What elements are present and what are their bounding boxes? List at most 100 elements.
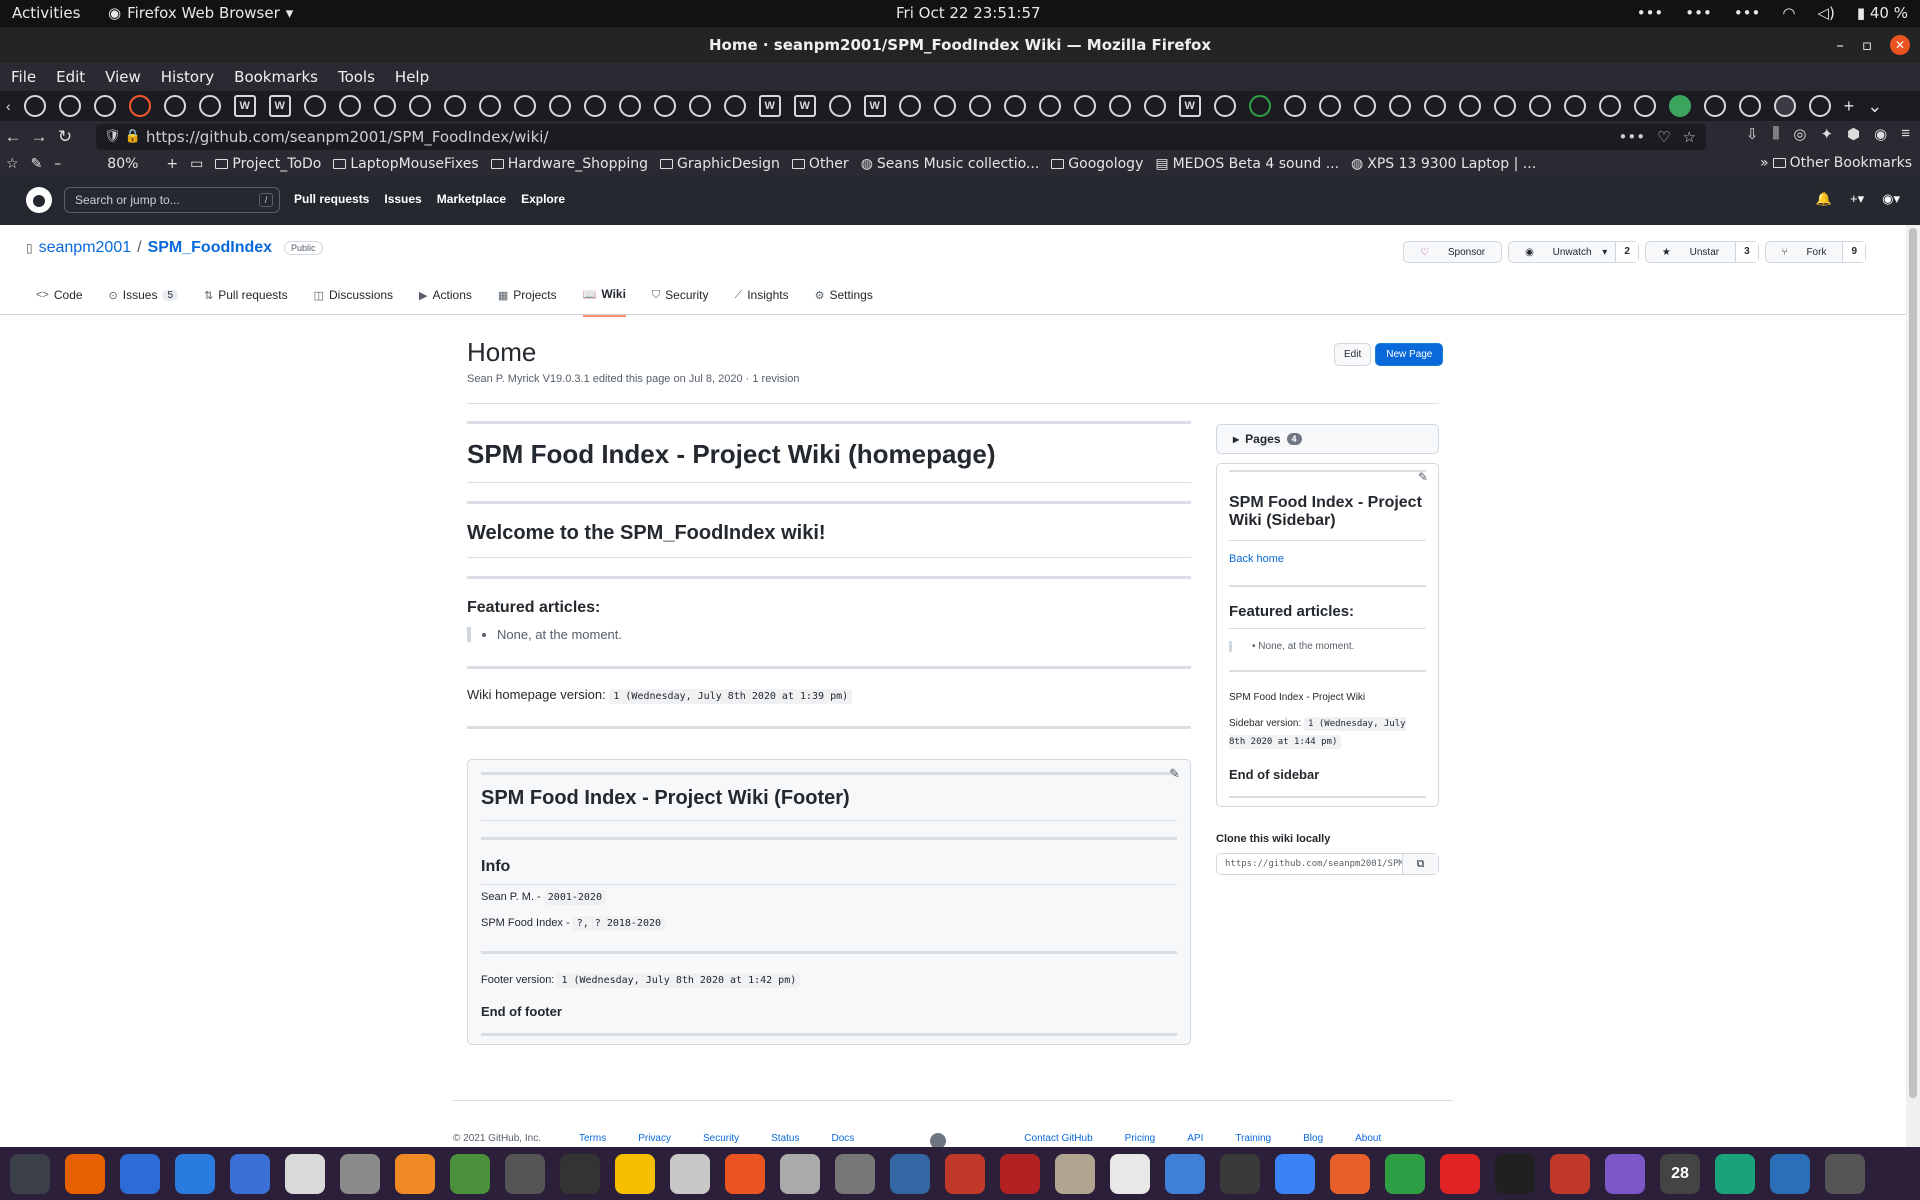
github-tab-icon[interactable] — [1598, 95, 1621, 117]
avatar[interactable]: ◉▾ — [1882, 191, 1900, 207]
github-tab-icon[interactable] — [338, 95, 361, 117]
menu-file[interactable]: File — [11, 68, 36, 86]
dock-app-icon[interactable] — [395, 1153, 435, 1194]
dock-app-icon[interactable] — [945, 1153, 985, 1194]
dock-app-icon[interactable] — [505, 1153, 545, 1194]
app-menu[interactable]: ◉ Firefox Web Browser ▾ — [108, 4, 293, 22]
footer-link-privacy[interactable]: Privacy — [638, 1133, 671, 1147]
github-tab-icon[interactable] — [373, 95, 396, 117]
brave-tab-icon[interactable] — [128, 95, 151, 117]
bookmark-folder[interactable]: Hardware_Shopping — [490, 156, 648, 172]
system-monitor-icon[interactable] — [10, 1153, 50, 1194]
github-tab-icon[interactable] — [1633, 95, 1656, 117]
bookmark-folder[interactable]: LaptopMouseFixes — [333, 156, 479, 172]
tab-scroll-left-icon[interactable]: ‹ — [6, 98, 11, 114]
github-tab-icon[interactable] — [898, 95, 921, 117]
dock-app-icon[interactable] — [835, 1153, 875, 1194]
bookmark-folder[interactable]: Project_ToDo — [215, 156, 321, 172]
new-tab-icon[interactable]: + — [1844, 96, 1855, 117]
hamburger-menu-icon[interactable]: ≡ — [1901, 125, 1910, 143]
fork-count[interactable]: 9 — [1842, 242, 1865, 262]
github-tab-icon[interactable] — [443, 95, 466, 117]
github-tab-icon[interactable] — [653, 95, 676, 117]
close-icon[interactable]: ✕ — [1890, 35, 1910, 55]
dock-app-icon[interactable] — [120, 1153, 160, 1194]
back-icon[interactable]: ← — [0, 127, 26, 147]
dock-app-icon[interactable] — [175, 1153, 215, 1194]
bookmark-tab-icon[interactable] — [198, 95, 221, 117]
nav-pull-requests[interactable]: Pull requests — [294, 192, 369, 206]
footer-link-contact[interactable]: Contact GitHub — [1024, 1133, 1092, 1147]
github-logo-icon[interactable] — [26, 187, 52, 213]
github-tab-icon[interactable] — [723, 95, 746, 117]
github-tab-icon[interactable] — [1108, 95, 1131, 117]
battery-indicator[interactable]: ▮ 40 % — [1857, 4, 1908, 22]
minimize-icon[interactable]: – — [1836, 27, 1844, 63]
star-count[interactable]: 3 — [1735, 242, 1758, 262]
copy-icon[interactable]: ⧉ — [1402, 854, 1438, 874]
dock-app-icon[interactable] — [1275, 1153, 1315, 1194]
ublock-icon[interactable]: ⬢ — [1847, 125, 1860, 143]
github-tab-icon[interactable] — [303, 95, 326, 117]
chrome-tab-icon[interactable] — [163, 95, 186, 117]
pages-toggle[interactable]: ▶ Pages 4 — [1216, 424, 1439, 454]
activities-button[interactable]: Activities — [12, 4, 80, 22]
watch-count[interactable]: 2 — [1615, 242, 1638, 262]
github-tab-icon[interactable] — [23, 95, 46, 117]
footer-link-blog[interactable]: Blog — [1303, 1133, 1323, 1147]
nav-explore[interactable]: Explore — [521, 192, 565, 206]
github-active-tab-icon[interactable] — [1773, 95, 1796, 117]
dock-app-icon[interactable] — [1110, 1153, 1150, 1194]
github-mark-icon[interactable] — [930, 1133, 947, 1147]
dock-app-icon[interactable] — [1495, 1153, 1535, 1194]
zoom-out-icon[interactable]: – — [54, 156, 61, 172]
footer-link-terms[interactable]: Terms — [579, 1133, 606, 1147]
tab-settings[interactable]: ⚙ Settings — [815, 287, 873, 317]
dock-app-icon[interactable] — [615, 1153, 655, 1194]
tab-projects[interactable]: ▦ Projects — [498, 287, 557, 317]
edit-button[interactable]: Edit — [1334, 343, 1372, 366]
tab-wiki[interactable]: 📖 Wiki — [582, 287, 626, 317]
notification-bell-icon[interactable]: 🔔 — [1816, 191, 1832, 207]
menu-help[interactable]: Help — [395, 68, 429, 86]
bookmark-link[interactable]: ◍ Seans Music collectio... — [861, 156, 1040, 172]
repo-name-link[interactable]: SPM_FoodIndex — [148, 239, 272, 257]
w-tab-icon[interactable]: W — [793, 95, 816, 117]
github-tab-icon[interactable] — [548, 95, 571, 117]
dock-app-icon[interactable] — [1385, 1153, 1425, 1194]
dock-app-icon[interactable] — [1605, 1153, 1645, 1194]
github-tab-icon[interactable] — [1808, 95, 1831, 117]
footer-link-docs[interactable]: Docs — [831, 1133, 854, 1147]
github-tab-icon[interactable] — [1528, 95, 1551, 117]
menu-history[interactable]: History — [161, 68, 214, 86]
github-tab-icon[interactable] — [1143, 95, 1166, 117]
dock-app-icon[interactable] — [560, 1153, 600, 1194]
dock-app-icon[interactable] — [780, 1153, 820, 1194]
tab-discussions[interactable]: ◫ Discussions — [314, 287, 393, 317]
github-tab-icon[interactable] — [968, 95, 991, 117]
github-tab-icon[interactable] — [1213, 95, 1236, 117]
github-tab-icon[interactable] — [1493, 95, 1516, 117]
watch-button[interactable]: ◉ Unwatch ▾ 2 — [1508, 241, 1639, 263]
page-scrollbar[interactable] — [1906, 225, 1920, 1147]
other-bookmarks[interactable]: » Other Bookmarks — [1760, 155, 1912, 171]
bookmark-link[interactable]: ▤ MEDOS Beta 4 sound ... — [1155, 156, 1339, 172]
github-tab-icon[interactable] — [583, 95, 606, 117]
create-new-icon[interactable]: +▾ — [1850, 191, 1864, 207]
lock-icon[interactable]: 🛡 🔒 — [104, 124, 141, 150]
url-bar[interactable]: 🛡 🔒 https://github.com/seanpm2001/SPM_Fo… — [96, 124, 1706, 150]
tab-security[interactable]: ⛉ Security — [652, 287, 709, 317]
bookmark-star-icon[interactable]: ☆ — [1683, 124, 1696, 150]
dock-app-icon[interactable] — [1165, 1153, 1205, 1194]
github-tab-icon[interactable] — [513, 95, 536, 117]
nav-issues[interactable]: Issues — [384, 192, 421, 206]
fork-button[interactable]: ⑂ Fork 9 — [1764, 241, 1866, 263]
dock-app-icon[interactable] — [725, 1153, 765, 1194]
dock-app-icon[interactable] — [890, 1153, 930, 1194]
github-tab-icon[interactable] — [618, 95, 641, 117]
github-tab-icon[interactable] — [408, 95, 431, 117]
pencil-icon[interactable]: ✎ — [1418, 470, 1428, 484]
folder-icon[interactable]: ▭ — [190, 156, 203, 172]
footer-link-training[interactable]: Training — [1235, 1133, 1271, 1147]
footer-link-about[interactable]: About — [1355, 1133, 1381, 1147]
